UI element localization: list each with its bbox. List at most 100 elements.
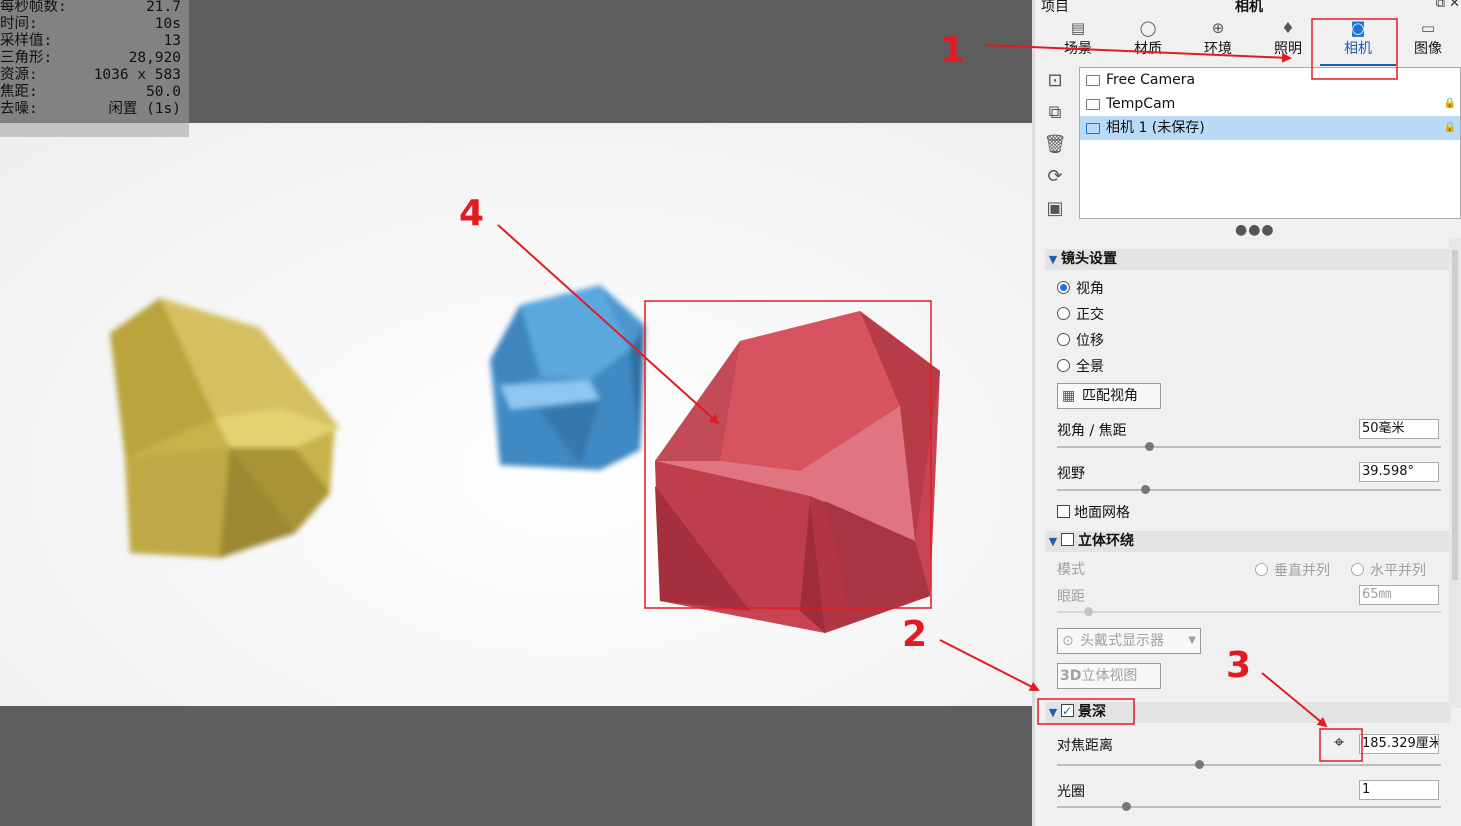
render-stats-overlay: 每秒帧数: 21.7 时间: 10s 采样值: 13 三角形: 28,920 资源: 1036 x… [0, 0, 189, 137]
mode-vertical[interactable]: 垂直并列 [1255, 560, 1330, 580]
depth-of-field-header[interactable]: ▼ 景深 [1045, 701, 1451, 723]
material-icon: ◯ [1139, 19, 1157, 37]
radio-icon [1351, 563, 1364, 576]
more-options-icon[interactable]: ●●● [1235, 222, 1275, 238]
environment-icon: ⊕ [1211, 19, 1225, 37]
radio-label: 视角 [1076, 281, 1104, 297]
section-title: 立体环绕 [1078, 533, 1134, 549]
annotation-number: 2 [902, 614, 928, 655]
chevron-down-icon: ▼ [1048, 253, 1058, 266]
stat-row: 去噪: 闲置 (1s) [0, 99, 189, 119]
camera-name: TempCam [1106, 96, 1176, 112]
eye-distance-input[interactable]: 65㎜ [1359, 585, 1439, 605]
tab-image[interactable]: ▭ 图像 [1393, 16, 1461, 60]
lens-settings-header[interactable]: ▼ 镜头设置 [1045, 249, 1451, 270]
field-of-view-input[interactable]: 39.598° [1359, 462, 1439, 482]
radio-label: 水平并列 [1370, 563, 1426, 579]
slider-thumb[interactable] [1122, 802, 1132, 811]
camera-icon: ◙ [1350, 19, 1366, 37]
mode-perspective[interactable]: 视角 [1057, 278, 1104, 298]
tab-material[interactable]: ◯ 材质 [1113, 16, 1183, 60]
stereo-view-button[interactable]: 3D立体视图 [1057, 663, 1161, 689]
button-label: 立体视图 [1081, 668, 1138, 684]
radio-label: 垂直并列 [1274, 563, 1330, 579]
add-camera-icon[interactable]: ⊡ [1043, 68, 1067, 92]
stereo-header[interactable]: ▼ 立体环绕 [1045, 531, 1451, 552]
mode-horizontal[interactable]: 水平并列 [1351, 560, 1426, 580]
checkbox-label: 地面网格 [1074, 505, 1130, 521]
radio-icon [1057, 281, 1070, 294]
hmd-dropdown[interactable]: ⊙ 头戴式显示器 ▼ [1057, 628, 1201, 654]
tab-label: 环境 [1204, 41, 1232, 57]
tab-label: 照明 [1274, 41, 1302, 57]
panel-scrollbar[interactable] [1449, 238, 1461, 708]
annotation-number: 3 [1226, 645, 1252, 686]
stereo-mode-label: 模式 [1057, 562, 1085, 578]
radio-icon [1057, 359, 1070, 372]
slider-thumb[interactable] [1195, 760, 1205, 769]
slider-thumb[interactable] [1145, 442, 1155, 451]
camera-list-item[interactable]: TempCam 🔒 [1080, 92, 1460, 116]
focus-distance-input[interactable]: 185.329厘米 [1359, 734, 1439, 754]
radio-label: 正交 [1076, 307, 1104, 323]
eye-distance-label: 眼距 [1057, 589, 1085, 605]
slider-thumb[interactable] [1083, 607, 1093, 616]
render-viewport[interactable]: 每秒帧数: 21.7 时间: 10s 采样值: 13 三角形: 28,920 资源: 1036 x… [0, 0, 1032, 826]
slider-thumb[interactable] [1141, 485, 1151, 494]
camera-icon [1086, 74, 1100, 86]
aperture-slider[interactable] [1057, 802, 1441, 811]
radio-icon [1057, 307, 1070, 320]
focus-distance-slider[interactable] [1057, 760, 1441, 769]
fov-focal-label: 视角 / 焦距 [1057, 423, 1127, 439]
scrollbar-thumb[interactable] [1452, 250, 1458, 580]
render-canvas[interactable] [0, 123, 1032, 706]
panel-title-bar: 项目 相机 ⧉ ✕ [1035, 0, 1461, 15]
button-label: 头戴式显示器 [1080, 633, 1164, 649]
ground-grid-toggle[interactable]: 地面网格 [1057, 502, 1130, 522]
image-icon: ▭ [1420, 19, 1436, 37]
match-perspective-button[interactable]: ▦ 匹配视角 [1057, 383, 1161, 409]
checkbox-icon[interactable] [1061, 533, 1074, 546]
duplicate-camera-icon[interactable]: ⧉ [1043, 100, 1067, 124]
eye-distance-slider[interactable] [1057, 607, 1441, 616]
lighting-icon: ♦ [1281, 19, 1295, 37]
tab-camera[interactable]: ◙ 相机 [1320, 16, 1396, 66]
chevron-down-icon: ▼ [1048, 706, 1058, 719]
grid-icon: ▦ [1062, 388, 1076, 404]
button-label: 匹配视角 [1082, 388, 1138, 404]
checkbox-icon [1057, 505, 1070, 518]
camera-list-item[interactable]: Free Camera [1080, 68, 1460, 92]
focus-distance-label: 对焦距离 [1057, 738, 1113, 754]
lock-icon[interactable]: 🔒 [1444, 116, 1456, 140]
mode-panorama[interactable]: 全景 [1057, 356, 1104, 376]
delete-camera-icon[interactable]: 🗑 [1043, 132, 1067, 156]
lock-icon[interactable]: 🔒 [1444, 92, 1456, 116]
panel-title: 相机 [1235, 0, 1263, 15]
tab-label: 相机 [1344, 41, 1372, 57]
section-title: 镜头设置 [1061, 251, 1117, 267]
stat-value: 闲置 (1s) [108, 101, 181, 117]
tab-scene[interactable]: ▤ 场景 [1043, 16, 1113, 60]
dof-checkbox[interactable] [1061, 701, 1074, 722]
refresh-camera-icon[interactable]: ⟳ [1043, 164, 1067, 188]
tab-label: 图像 [1414, 41, 1442, 57]
focus-picker-icon[interactable]: ⌖ [1334, 734, 1352, 752]
mode-orthographic[interactable]: 正交 [1057, 304, 1104, 324]
field-of-view-slider[interactable] [1057, 485, 1441, 494]
aperture-input[interactable]: 1 [1359, 780, 1439, 800]
red-chair [655, 311, 940, 633]
save-camera-icon[interactable]: ▣ [1043, 196, 1067, 220]
camera-icon [1086, 122, 1100, 134]
project-title: 项目 [1041, 0, 1069, 15]
tab-environment[interactable]: ⊕ 环境 [1183, 16, 1253, 60]
fov-focal-slider[interactable] [1057, 442, 1441, 451]
camera-list-item[interactable]: 相机 1 (未保存) 🔒 [1080, 116, 1460, 140]
radio-label: 全景 [1076, 359, 1104, 375]
section-title: 景深 [1078, 704, 1106, 720]
tab-lighting[interactable]: ♦ 照明 [1253, 16, 1323, 60]
window-controls[interactable]: ⧉ ✕ [1436, 0, 1460, 11]
mode-shift[interactable]: 位移 [1057, 330, 1104, 350]
radio-icon [1057, 333, 1070, 346]
focal-length-input[interactable]: 50毫米 [1359, 419, 1439, 439]
tab-label: 材质 [1134, 41, 1162, 57]
